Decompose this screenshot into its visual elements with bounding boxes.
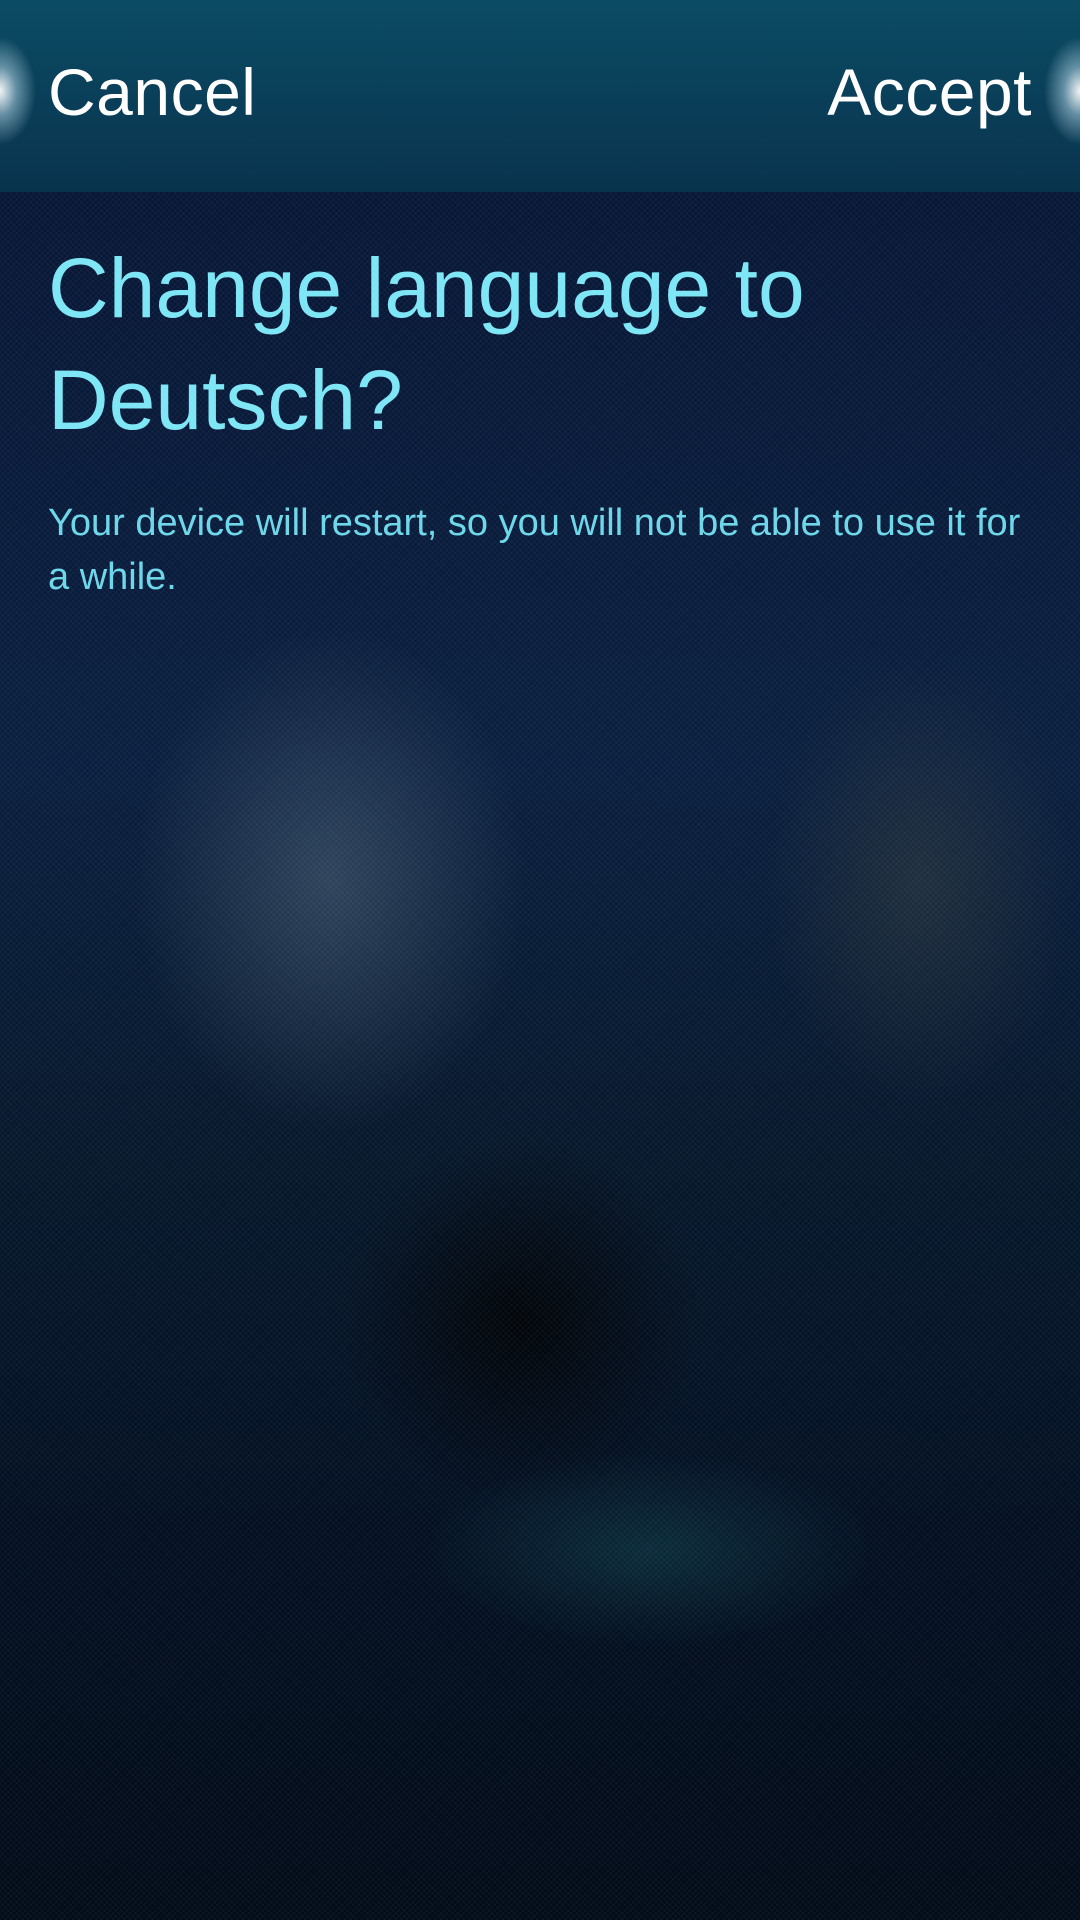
dialog-title: Change language to Deutsch? [48, 241, 805, 447]
accept-button[interactable]: Accept [827, 52, 1032, 132]
language-change-dialog: Cancel Accept Change language to Deutsch… [0, 0, 1080, 1920]
cancel-button[interactable]: Cancel [48, 52, 256, 132]
dialog-description: Your device will restart, so you will no… [48, 502, 1021, 598]
accept-edge-glow [1044, 36, 1080, 146]
dialog-content: Change language to Deutsch? Your device … [48, 232, 1038, 604]
dialog-header: Cancel Accept [0, 0, 1080, 192]
cancel-edge-glow [0, 36, 36, 146]
